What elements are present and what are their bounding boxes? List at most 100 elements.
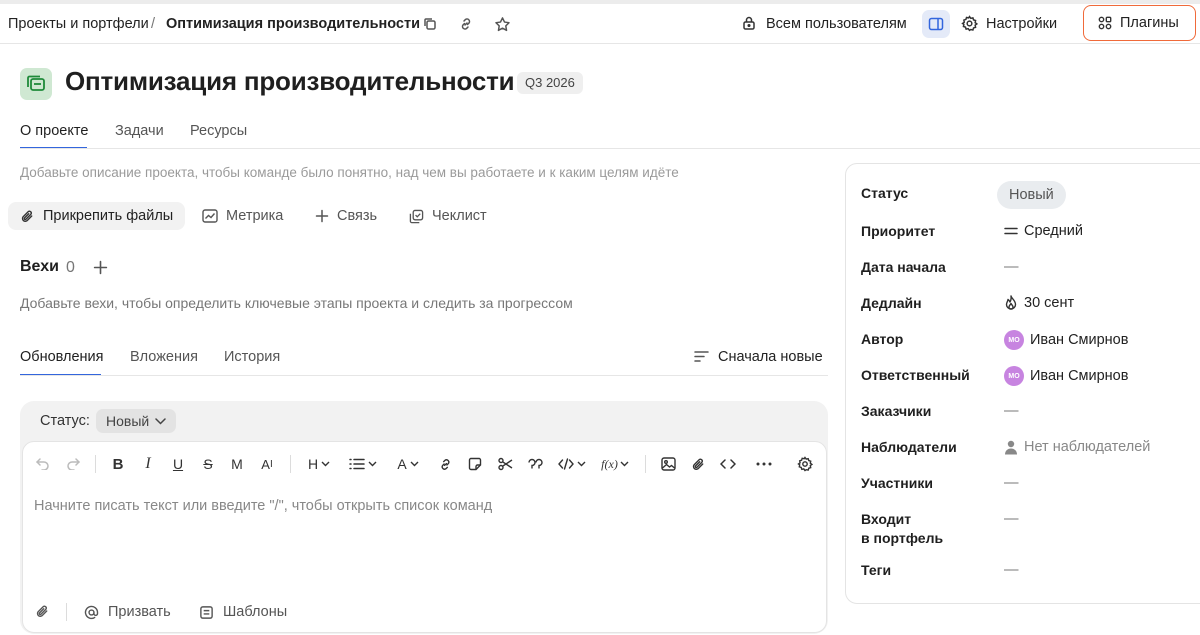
metric-button[interactable]: Метрика bbox=[202, 202, 283, 230]
attach-paperclip-icon[interactable] bbox=[35, 604, 51, 620]
italic-icon[interactable]: I bbox=[137, 454, 159, 474]
portfolio-label-line1: Входит bbox=[861, 511, 912, 527]
checklist-button[interactable]: Чеклист bbox=[409, 202, 487, 230]
tabs-divider bbox=[20, 148, 1200, 149]
editor-placeholder[interactable]: Начните писать текст или введите "/", чт… bbox=[34, 498, 492, 514]
code-block-icon[interactable] bbox=[556, 454, 588, 474]
chart-icon bbox=[202, 209, 218, 223]
undo-icon[interactable] bbox=[32, 454, 54, 474]
customers-value[interactable]: — bbox=[1004, 403, 1019, 419]
text-case-icon[interactable]: AI bbox=[256, 454, 278, 474]
status-prop-label: Статус bbox=[861, 185, 909, 201]
project-icon bbox=[20, 68, 52, 100]
avatar: MO bbox=[1004, 366, 1024, 386]
template-icon bbox=[199, 605, 214, 620]
link-relation-button[interactable]: Связь bbox=[315, 202, 377, 230]
bold-icon[interactable]: B bbox=[107, 454, 129, 474]
members-label: Участники bbox=[861, 475, 933, 491]
portfolio-value[interactable]: — bbox=[1004, 511, 1019, 527]
list-icon[interactable] bbox=[347, 454, 379, 474]
footer-separator bbox=[66, 603, 67, 621]
visibility-button[interactable]: Всем пользователям bbox=[766, 16, 907, 32]
tab-resources[interactable]: Ресурсы bbox=[190, 123, 247, 139]
tab-updates[interactable]: Обновления bbox=[20, 349, 104, 365]
status-prop-value[interactable]: Новый bbox=[997, 181, 1066, 209]
formula-icon[interactable]: f(x) bbox=[599, 454, 631, 474]
copy-icon[interactable] bbox=[418, 12, 442, 36]
assignee-name: Иван Смирнов bbox=[1030, 368, 1129, 384]
breadcrumb-separator: / bbox=[151, 16, 156, 32]
start-date-value[interactable]: — bbox=[1004, 259, 1019, 275]
status-dropdown[interactable]: Новый bbox=[96, 409, 177, 433]
watchers-value[interactable]: Нет наблюдателей bbox=[1004, 439, 1150, 455]
equals-icon bbox=[1004, 227, 1018, 235]
tab-about[interactable]: О проекте bbox=[20, 123, 88, 139]
editor-settings-icon[interactable] bbox=[794, 454, 816, 474]
sticker-icon[interactable] bbox=[464, 454, 486, 474]
attach-files-label: Прикрепить файлы bbox=[43, 208, 174, 224]
priority-label: Приоритет bbox=[861, 223, 936, 239]
tab-attachments[interactable]: Вложения bbox=[130, 349, 198, 365]
redo-icon[interactable] bbox=[62, 454, 84, 474]
status-dropdown-value: Новый bbox=[106, 413, 150, 429]
scissors-icon[interactable] bbox=[494, 454, 516, 474]
inline-code-icon[interactable] bbox=[717, 454, 739, 474]
heading-icon[interactable]: H bbox=[304, 454, 334, 474]
plugins-button[interactable]: Плагины bbox=[1083, 5, 1196, 41]
assignee-label: Ответственный bbox=[861, 367, 970, 383]
deadline-value[interactable]: 30 сент bbox=[1004, 295, 1074, 311]
breadcrumb-parent[interactable]: Проекты и портфели bbox=[8, 16, 149, 32]
sort-button[interactable]: Сначала новые bbox=[718, 349, 823, 365]
strikethrough-icon[interactable]: S bbox=[197, 454, 219, 474]
person-icon bbox=[1004, 440, 1018, 455]
attachment-icon[interactable] bbox=[687, 454, 709, 474]
tags-value[interactable]: — bbox=[1004, 562, 1019, 578]
link-icon[interactable] bbox=[434, 454, 456, 474]
toolbar-separator bbox=[645, 455, 646, 473]
status-label: Статус: bbox=[40, 413, 90, 429]
plugins-label: Плагины bbox=[1120, 15, 1179, 31]
add-milestone-icon[interactable] bbox=[93, 260, 109, 276]
templates-button[interactable]: Шаблоны bbox=[199, 604, 287, 620]
more-icon[interactable] bbox=[753, 454, 775, 474]
watchers-label: Наблюдатели bbox=[861, 439, 957, 455]
tab-tasks[interactable]: Задачи bbox=[115, 123, 164, 139]
monospace-icon[interactable]: M bbox=[226, 454, 248, 474]
deadline-label: Дедлайн bbox=[861, 295, 922, 311]
paperclip-icon bbox=[20, 209, 35, 224]
panel-toggle-icon[interactable] bbox=[922, 10, 950, 38]
members-value[interactable]: — bbox=[1004, 475, 1019, 491]
start-date-label: Дата начала bbox=[861, 259, 946, 275]
milestones-count: 0 bbox=[66, 259, 75, 276]
checklist-icon bbox=[409, 209, 424, 224]
underline-icon[interactable]: U bbox=[167, 454, 189, 474]
plugins-icon bbox=[1098, 16, 1112, 30]
tab-history[interactable]: История bbox=[224, 349, 280, 365]
image-icon[interactable] bbox=[657, 454, 679, 474]
author-value[interactable]: MO Иван Смирнов bbox=[1004, 330, 1128, 350]
assignee-value[interactable]: MO Иван Смирнов bbox=[1004, 366, 1128, 386]
page-title: Оптимизация производительности bbox=[65, 66, 515, 96]
text-color-icon[interactable]: A bbox=[393, 454, 423, 474]
milestones-title: Вехи bbox=[20, 258, 59, 275]
star-icon[interactable] bbox=[490, 12, 514, 36]
quarter-badge: Q3 2026 bbox=[517, 72, 583, 94]
customers-label: Заказчики bbox=[861, 403, 932, 419]
quote-icon[interactable] bbox=[524, 454, 546, 474]
updates-divider bbox=[20, 375, 828, 376]
priority-value[interactable]: Средний bbox=[1004, 223, 1083, 239]
description-input[interactable]: Добавьте описание проекта, чтобы команде… bbox=[20, 165, 679, 180]
mention-label: Призвать bbox=[108, 604, 171, 620]
link-relation-label: Связь bbox=[337, 208, 378, 224]
portfolio-label-line2: в портфель bbox=[861, 530, 944, 546]
link-icon[interactable] bbox=[454, 12, 478, 36]
chevron-down-icon bbox=[155, 417, 166, 425]
mention-button[interactable]: Призвать bbox=[84, 604, 171, 620]
checklist-label: Чеклист bbox=[432, 208, 487, 224]
gear-icon[interactable] bbox=[961, 15, 978, 32]
lock-icon bbox=[741, 15, 757, 31]
deadline-text: 30 сент bbox=[1024, 295, 1075, 311]
attach-files-button[interactable]: Прикрепить файлы bbox=[8, 202, 186, 230]
settings-button[interactable]: Настройки bbox=[986, 16, 1057, 32]
author-label: Автор bbox=[861, 331, 904, 347]
